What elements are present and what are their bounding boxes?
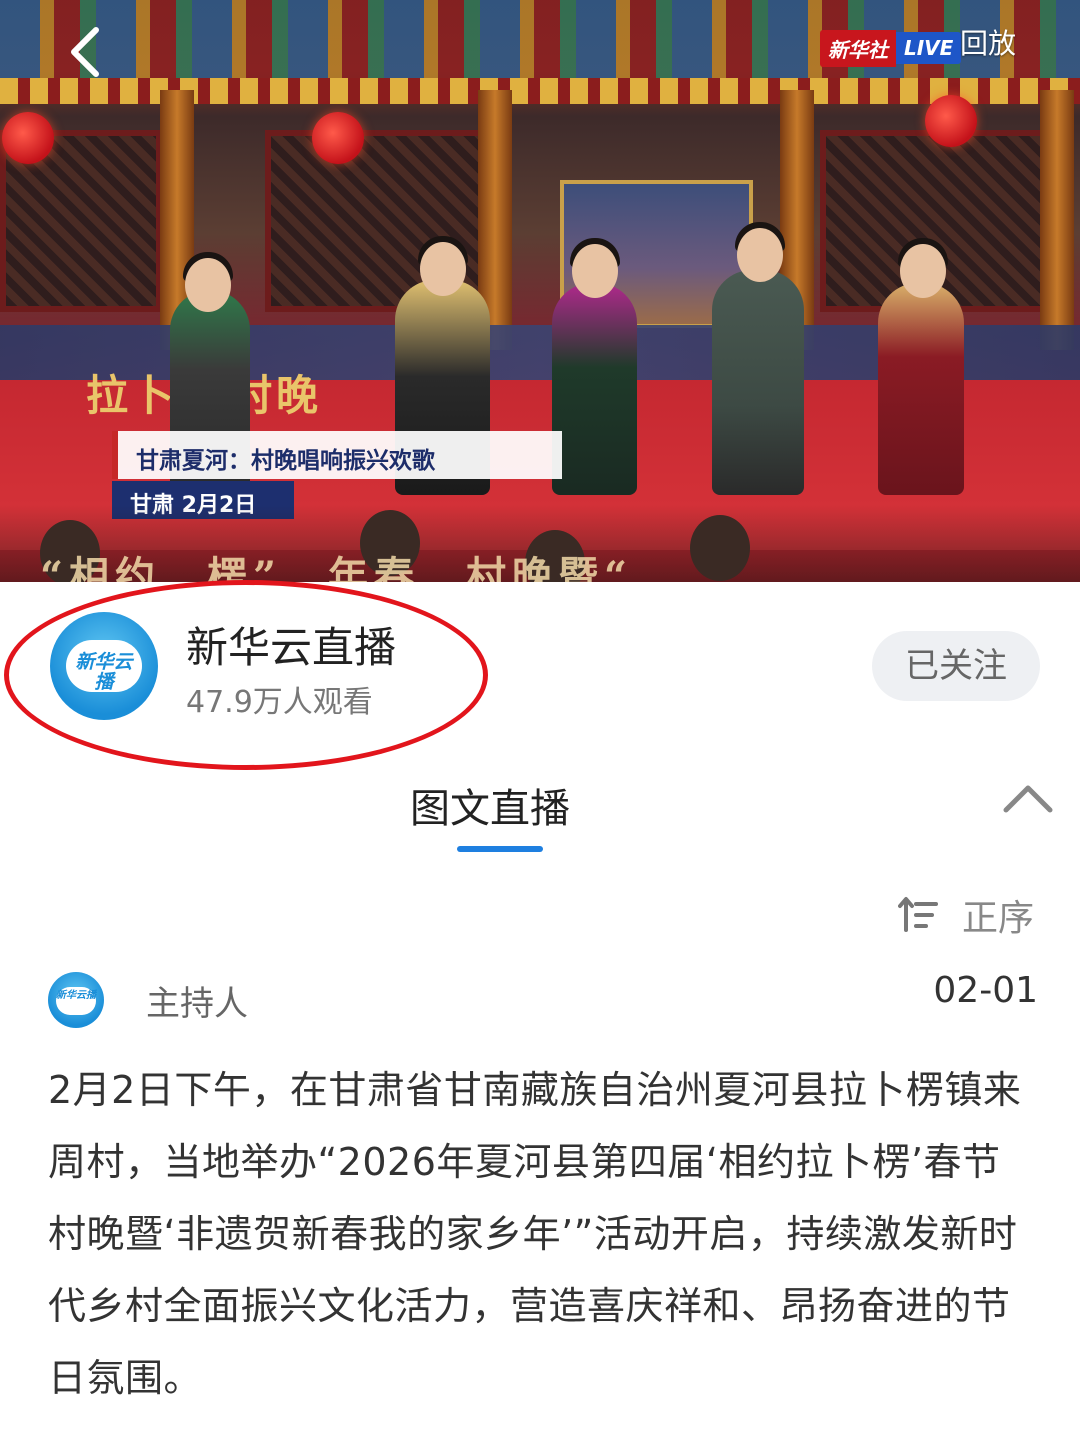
live-video-player[interactable]: 拉卜 村晚 甘肃夏河：村晚唱响振兴欢歌 甘肃 2月2日 “相约…楞”…年春…村晚…: [0, 0, 1080, 582]
back-button[interactable]: [60, 24, 116, 80]
sort-ascending-icon: [898, 897, 938, 932]
video-caption-title: 甘肃夏河：村晚唱响振兴欢歌: [112, 431, 562, 479]
tab-active-indicator: [457, 846, 543, 852]
host-head: [185, 258, 231, 312]
caption-title-text: 甘肃夏河：村晚唱响振兴欢歌: [136, 448, 435, 474]
sort-label: 正序: [962, 898, 1035, 939]
stage-banner-text: “相约…楞”…年春…村晚暨“…: [40, 553, 680, 582]
post-author-avatar[interactable]: 新华云播: [48, 972, 104, 1028]
red-annotation-ellipse: [4, 580, 488, 770]
host-figure: [878, 283, 964, 495]
tab-graphic-live[interactable]: 图文直播: [410, 776, 570, 834]
chevron-left-icon: [71, 27, 99, 77]
post-date: 02-01: [933, 970, 1038, 1011]
xinhua-logo-text: 新华社: [820, 29, 896, 67]
red-lantern: [2, 112, 54, 164]
host-figure: [552, 283, 637, 495]
follow-button[interactable]: 已关注: [872, 631, 1040, 701]
host-head: [572, 244, 618, 298]
xinhua-live-logo: 新华社 LIVE: [820, 29, 962, 67]
replay-button[interactable]: 回放: [960, 22, 1016, 62]
post-body-text: 2月2日下午，在甘肃省甘南藏族自治州夏河县拉卜楞镇来周村，当地举办“2026年夏…: [48, 1068, 1022, 1400]
host-head: [737, 228, 783, 282]
host-head: [420, 242, 466, 296]
audience-head: [690, 515, 750, 581]
sort-order-button[interactable]: 正序: [898, 890, 1034, 940]
collapse-button[interactable]: [1002, 778, 1054, 818]
red-lantern: [312, 112, 364, 164]
post-author: 主持人: [146, 984, 248, 1024]
host-figure: [712, 270, 804, 495]
chevron-up-icon: [1003, 785, 1053, 813]
live-badge: LIVE: [896, 32, 962, 64]
stage-text-left: 拉卜: [86, 371, 179, 420]
red-lantern: [925, 95, 977, 147]
host-head: [900, 244, 946, 298]
stage-pillar: [1040, 90, 1074, 350]
avatar-logo-text: 新华云播: [56, 990, 96, 1001]
